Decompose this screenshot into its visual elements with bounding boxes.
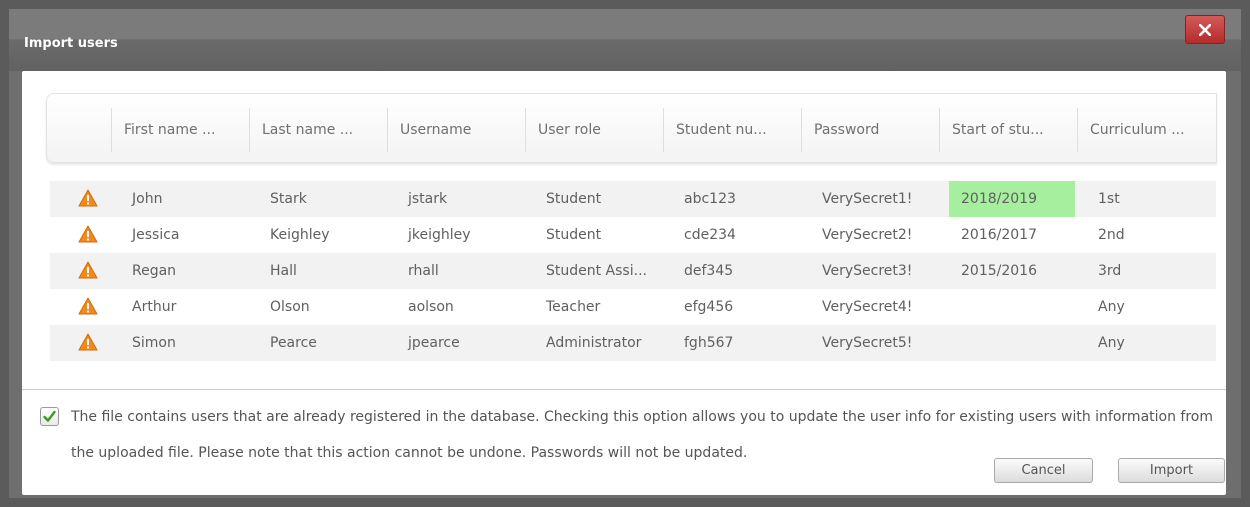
cell-user-role: Student bbox=[546, 191, 602, 207]
cell-password: VerySecret1! bbox=[822, 191, 913, 207]
cell-first-name: Arthur bbox=[132, 299, 177, 315]
cell-last-name: Keighley bbox=[270, 227, 330, 243]
cell-user-role: Student Assi... bbox=[546, 263, 647, 279]
column-header-username[interactable]: Username bbox=[387, 108, 525, 152]
cell-password: VerySecret4! bbox=[822, 299, 913, 315]
cell-student-number: cde234 bbox=[684, 227, 736, 243]
cell-curriculum: Any bbox=[1098, 299, 1125, 315]
cell-curriculum: Any bbox=[1098, 335, 1125, 351]
import-users-dialog: Import users First name ... Last name ..… bbox=[9, 9, 1241, 498]
cell-student-number: abc123 bbox=[684, 191, 736, 207]
cell-curriculum: 1st bbox=[1098, 191, 1120, 207]
cell-start-of-studies-highlighted: 2018/2019 bbox=[949, 181, 1075, 217]
cell-username: aolson bbox=[408, 299, 454, 315]
column-header-first-name[interactable]: First name ... bbox=[111, 108, 249, 152]
cell-start-of-studies bbox=[949, 325, 1075, 361]
cell-last-name: Pearce bbox=[270, 335, 317, 351]
column-header-start-of-studies[interactable]: Start of stu... bbox=[939, 108, 1077, 152]
cell-last-name: Hall bbox=[270, 263, 297, 279]
cell-student-number: def345 bbox=[684, 263, 734, 279]
cancel-button[interactable]: Cancel bbox=[994, 458, 1093, 483]
cell-first-name: John bbox=[132, 191, 163, 207]
grid-header: First name ... Last name ... Username Us… bbox=[46, 93, 1217, 163]
cell-password: VerySecret3! bbox=[822, 263, 913, 279]
cell-user-role: Student bbox=[546, 227, 602, 243]
close-button[interactable] bbox=[1185, 15, 1225, 44]
table-row[interactable]: Jessica Keighley jkeighley Student cde23… bbox=[50, 217, 1216, 253]
users-grid: First name ... Last name ... Username Us… bbox=[46, 93, 1217, 368]
column-header-password[interactable]: Password bbox=[801, 108, 939, 152]
warning-icon bbox=[78, 189, 98, 207]
import-button[interactable]: Import bbox=[1118, 458, 1225, 483]
warning-icon bbox=[78, 297, 98, 315]
cell-last-name: Stark bbox=[270, 191, 307, 207]
cell-start-of-studies: 2015/2016 bbox=[961, 263, 1037, 279]
header-status-column bbox=[47, 108, 111, 152]
cell-password: VerySecret2! bbox=[822, 227, 913, 243]
checkmark-icon bbox=[43, 410, 56, 422]
cell-first-name: Simon bbox=[132, 335, 176, 351]
cell-password: VerySecret5! bbox=[822, 335, 913, 351]
cell-start-of-studies bbox=[949, 289, 1075, 325]
cell-username: jstark bbox=[408, 191, 448, 207]
column-header-user-role[interactable]: User role bbox=[525, 108, 663, 152]
footer-divider bbox=[22, 389, 1226, 390]
cell-user-role: Administrator bbox=[546, 335, 642, 351]
warning-icon bbox=[78, 225, 98, 243]
column-header-student-number[interactable]: Student nu... bbox=[663, 108, 801, 152]
cell-start-of-studies: 2016/2017 bbox=[961, 227, 1037, 243]
table-row[interactable]: John Stark jstark Student abc123 VerySec… bbox=[50, 181, 1216, 217]
cell-student-number: efg456 bbox=[684, 299, 734, 315]
column-header-last-name[interactable]: Last name ... bbox=[249, 108, 387, 152]
cell-user-role: Teacher bbox=[546, 299, 601, 315]
cell-username: rhall bbox=[408, 263, 439, 279]
close-icon bbox=[1199, 24, 1211, 36]
warning-icon bbox=[78, 261, 98, 279]
cell-username: jkeighley bbox=[408, 227, 471, 243]
cell-student-number: fgh567 bbox=[684, 335, 734, 351]
table-row[interactable]: Arthur Olson aolson Teacher efg456 VeryS… bbox=[50, 289, 1216, 325]
cell-first-name: Regan bbox=[132, 263, 177, 279]
cell-username: jpearce bbox=[408, 335, 460, 351]
table-row[interactable]: Simon Pearce jpearce Administrator fgh56… bbox=[50, 325, 1216, 361]
cell-curriculum: 2nd bbox=[1098, 227, 1125, 243]
cell-last-name: Olson bbox=[270, 299, 310, 315]
update-existing-users-checkbox[interactable] bbox=[40, 407, 59, 426]
column-header-curriculum[interactable]: Curriculum ... bbox=[1077, 108, 1215, 152]
dialog-title-bar: Import users bbox=[9, 9, 1241, 71]
cell-curriculum: 3rd bbox=[1098, 263, 1122, 279]
table-row[interactable]: Regan Hall rhall Student Assi... def345 … bbox=[50, 253, 1216, 289]
dialog-title: Import users bbox=[24, 36, 118, 51]
cell-first-name: Jessica bbox=[132, 227, 180, 243]
warning-icon bbox=[78, 333, 98, 351]
dialog-content: First name ... Last name ... Username Us… bbox=[22, 71, 1226, 495]
